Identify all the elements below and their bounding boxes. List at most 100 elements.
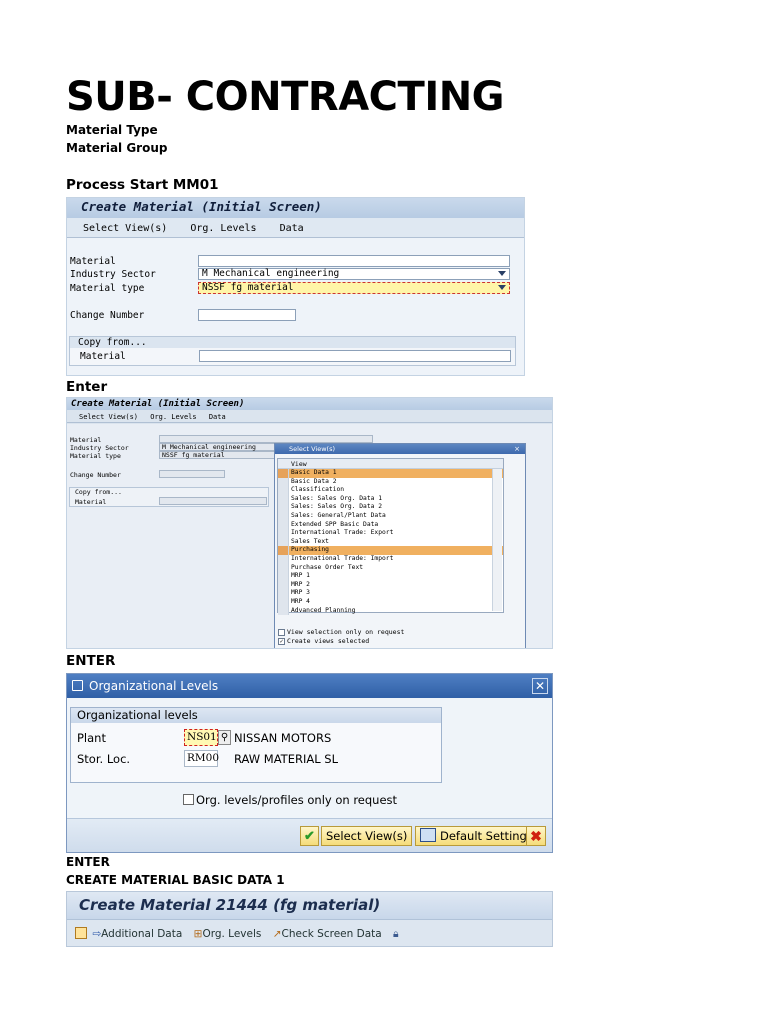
list-item[interactable]: Basic Data 2 — [278, 477, 503, 487]
list-item[interactable]: Sales: Sales Org. Data 2 — [278, 503, 503, 512]
menu-org-levels[interactable]: Org. Levels — [150, 413, 196, 421]
button-label: Select View(s) — [326, 829, 408, 843]
toolbar: ⇨Additional Data ⊞Org. Levels ↗Check Scr… — [67, 920, 552, 946]
storage-location-label: Stor. Loc. — [77, 752, 131, 766]
list-scrollbar[interactable] — [492, 469, 502, 611]
list-item[interactable]: Purchase Order Text — [278, 563, 503, 573]
overview-icon[interactable] — [75, 927, 87, 939]
list-item[interactable]: MRP 2 — [278, 580, 503, 590]
industry-sector-select[interactable]: M Mechanical engineering — [198, 268, 510, 280]
org-levels-button[interactable]: ⊞Org. Levels — [194, 928, 262, 940]
copy-from-header: Copy from... — [75, 488, 122, 496]
step-enter-3: ENTER — [66, 855, 110, 869]
copy-from-group: Copy from... Material — [69, 487, 269, 507]
plant-input[interactable]: NS01 — [184, 729, 218, 746]
list-item[interactable]: Sales: Sales Org. Data 1 — [278, 494, 503, 504]
dialog-icon — [72, 680, 83, 691]
search-icon[interactable]: ⚲ — [218, 730, 231, 745]
confirm-icon[interactable]: ✔ — [300, 826, 319, 846]
storage-location-input[interactable]: RM00 — [184, 750, 219, 767]
screen-title: Create Material 21444 (fg material) — [67, 892, 552, 920]
list-item[interactable]: International Trade: Import — [278, 554, 503, 564]
menu-select-views[interactable]: Select View(s) — [83, 223, 167, 234]
plant-label: Plant — [77, 731, 106, 745]
screen-title: Create Material (Initial Screen) — [67, 198, 524, 218]
industry-sector-select[interactable]: M Mechanical engineering — [159, 443, 279, 451]
close-icon[interactable]: ✕ — [532, 678, 548, 694]
material-input[interactable] — [198, 255, 510, 267]
create-basic-data-heading: CREATE MATERIAL BASIC DATA 1 — [66, 873, 285, 887]
change-number-input[interactable] — [198, 309, 296, 321]
menu-data[interactable]: Data — [280, 223, 304, 234]
list-item[interactable]: MRP 3 — [278, 589, 503, 598]
screenshot-create-material-initial: Create Material (Initial Screen) Select … — [66, 197, 525, 376]
list-item[interactable]: Sales: General/Plant Data — [278, 511, 503, 521]
industry-sector-value: M Mechanical engineering — [202, 268, 340, 279]
copy-from-header: Copy from... — [70, 337, 515, 348]
copy-material-input[interactable] — [199, 350, 511, 362]
list-header: View — [278, 459, 503, 469]
toolbar-label: Check Screen Data — [281, 928, 382, 940]
process-start-heading: Process Start MM01 — [66, 177, 219, 193]
material-label: Material — [70, 256, 116, 267]
list-item[interactable]: Sales Text — [278, 537, 503, 547]
group-header: Organizational levels — [71, 708, 441, 723]
dialog-title: Select View(s) — [289, 445, 336, 453]
plant-description: NISSAN MOTORS — [234, 731, 332, 745]
industry-sector-label: Industry Sector — [70, 269, 156, 280]
material-type-select[interactable]: NSSF fg material — [159, 451, 279, 459]
material-label: Material — [70, 436, 102, 444]
lock-icon[interactable]: 🔒︎ — [393, 928, 399, 940]
material-input[interactable] — [159, 435, 373, 443]
menu-data[interactable]: Data — [209, 413, 226, 421]
additional-data-button[interactable]: ⇨Additional Data — [92, 928, 182, 940]
list-item[interactable]: Extended SPP Basic Data — [278, 520, 503, 530]
menu-org-levels[interactable]: Org. Levels — [190, 223, 256, 234]
storage-location-description: RAW MATERIAL SL — [234, 752, 338, 766]
views-list: View Basic Data 1 Basic Data 2 Classificat… — [277, 458, 504, 615]
option-label: View selection only on request — [287, 628, 405, 636]
view-selection-option[interactable]: View selection only on request — [278, 628, 404, 636]
material-type-select[interactable]: NSSF fg material — [198, 282, 510, 294]
copy-material-input[interactable] — [159, 497, 267, 505]
dialog-footer: ✔ Select View(s) Default Setting ✖ — [67, 818, 552, 852]
checkbox-label: Org. levels/profiles only on request — [196, 793, 398, 807]
checkbox[interactable] — [278, 628, 285, 636]
material-type-label: Material type — [70, 283, 145, 294]
change-number-input[interactable] — [159, 470, 225, 478]
check-screen-data-button[interactable]: ↗Check Screen Data — [273, 928, 382, 940]
dialog-header: Organizational Levels ✕ — [67, 674, 552, 698]
default-setting-button[interactable]: Default Setting — [415, 826, 532, 846]
select-views-button[interactable]: Select View(s) — [321, 826, 413, 846]
screenshot-org-levels: Organizational Levels ✕ Organizational l… — [66, 673, 553, 853]
check-icon: ↗ — [272, 928, 282, 940]
screen-title: Create Material (Initial Screen) — [67, 398, 552, 410]
list-item[interactable]: International Trade: Export — [278, 529, 503, 538]
checkbox[interactable] — [183, 794, 194, 805]
change-number-label: Change Number — [70, 471, 121, 479]
close-icon[interactable]: × — [514, 444, 520, 454]
org-levels-checkbox-row[interactable]: Org. levels/profiles only on request — [183, 793, 397, 807]
button-label: Default Setting — [440, 829, 527, 843]
arrow-icon: ⇨ — [92, 928, 102, 940]
menu-select-views[interactable]: Select View(s) — [79, 413, 138, 421]
menu-bar: Select View(s) Org. Levels Data — [67, 410, 552, 423]
create-views-option[interactable]: ✓ Create views selected — [278, 637, 369, 645]
screen-body: Material Industry Sector M Mechanical en… — [67, 424, 552, 648]
material-group-note: Material Group — [66, 141, 168, 155]
list-item[interactable]: Basic Data 1 — [278, 469, 503, 478]
checkbox-checked[interactable]: ✓ — [278, 637, 285, 645]
list-item[interactable]: Purchasing — [278, 546, 503, 555]
list-item[interactable]: MRP 4 — [278, 597, 503, 607]
cancel-icon[interactable]: ✖ — [526, 826, 546, 846]
step-enter-1: Enter — [66, 379, 108, 395]
dropdown-icon — [498, 271, 506, 276]
copy-material-label: Material — [80, 351, 126, 362]
material-type-label: Material type — [70, 452, 121, 460]
views-rows: Basic Data 1 Basic Data 2 Classification Sa… — [278, 469, 503, 615]
option-label: Create views selected — [287, 637, 370, 645]
copy-material-label: Material — [75, 498, 107, 506]
list-item[interactable]: Advanced Planning — [278, 606, 503, 616]
list-item[interactable]: Classification — [278, 486, 503, 495]
list-item[interactable]: MRP 1 — [278, 572, 503, 581]
